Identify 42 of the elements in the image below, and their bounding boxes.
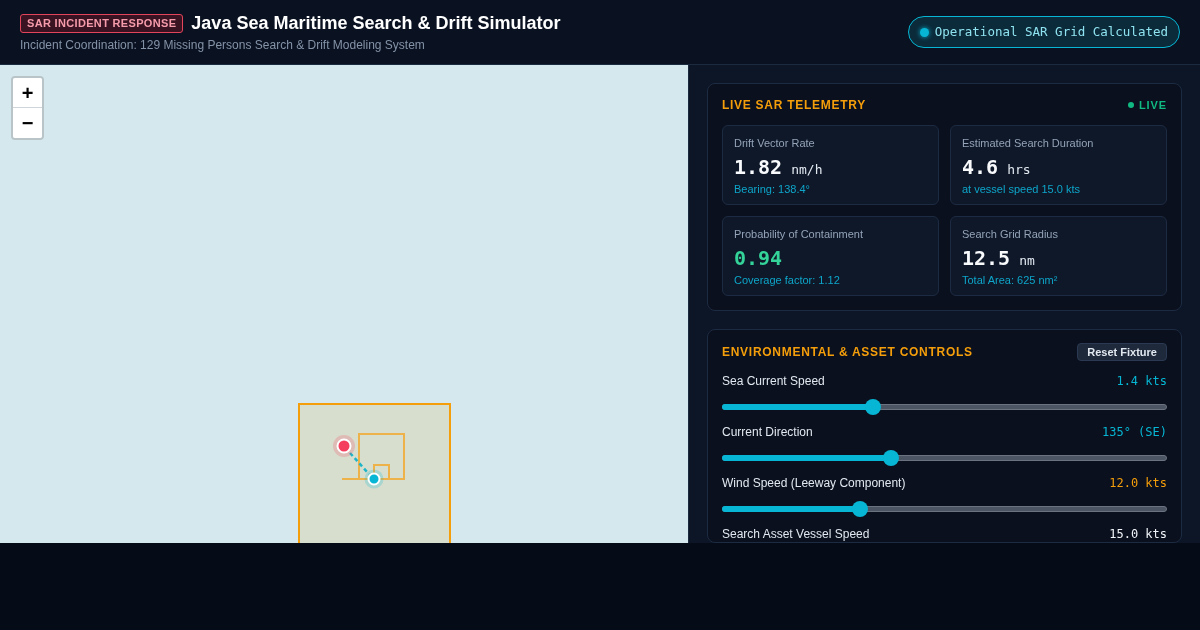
stat-value: 12.5 [962, 245, 1011, 272]
stat-note: Coverage factor: 1.12 [734, 273, 841, 288]
slider-reading: 1.4 kts [1116, 373, 1167, 389]
stat-unit: nm [1019, 252, 1035, 270]
stat-value: 1.82 [734, 154, 783, 181]
zoom-out-button[interactable]: − [13, 108, 42, 138]
stat-value: 4.6 [962, 154, 999, 181]
incident-badge: SAR INCIDENT RESPONSE [20, 13, 184, 33]
slider-label: Wind Speed (Leeway Component) [722, 475, 906, 491]
stat-label: Estimated Search Duration [962, 136, 1095, 151]
slider-reading: 15.0 kts [1109, 526, 1167, 542]
slider-label: Search Asset Vessel Speed [722, 526, 870, 542]
search-pattern-drawing [341, 433, 405, 480]
slider[interactable] [722, 399, 1167, 415]
stat-unit: hrs [1007, 161, 1031, 179]
slider-reading: 12.0 kts [1109, 475, 1167, 491]
slider-label: Current Direction [722, 424, 813, 440]
live-label: LIVE [1139, 98, 1167, 112]
slider[interactable] [722, 501, 1167, 517]
section-title: ENVIRONMENTAL & ASSET CONTROLS [722, 344, 973, 360]
status-text: Operational SAR Grid Calculated [934, 24, 1168, 40]
stat-unit: nm/h [791, 161, 823, 179]
stat-label: Drift Vector Rate [734, 136, 816, 151]
stat-label: Probability of Containment [734, 227, 864, 242]
stat-label: Search Grid Radius [962, 227, 1059, 242]
slider-thumb[interactable] [865, 399, 882, 415]
slider[interactable] [722, 450, 1167, 466]
stat-value: 0.94 [734, 245, 783, 272]
drift-position-marker[interactable] [364, 469, 384, 489]
section-title: LIVE SAR TELEMETRY [722, 97, 866, 113]
reset-button[interactable]: Reset Fixture [1077, 343, 1167, 361]
stat-note: Bearing: 138.4° [734, 182, 811, 197]
slider-reading: 135° (SE) [1101, 424, 1167, 440]
stat-note: at vessel speed 15.0 kts [962, 182, 1081, 197]
last-known-position-marker[interactable] [333, 435, 355, 457]
app-title: Java Sea Maritime Search & Drift Simulator [191, 12, 561, 35]
app-subtitle: Incident Coordination: 129 Missing Persons Search & Drift Modeling System [20, 37, 426, 53]
slider-thumb[interactable] [851, 501, 868, 517]
slider-thumb[interactable] [883, 450, 900, 466]
zoom-in-button[interactable]: + [13, 78, 42, 108]
stat-note: Total Area: 625 nm² [962, 273, 1059, 288]
slider-label: Sea Current Speed [722, 373, 825, 389]
